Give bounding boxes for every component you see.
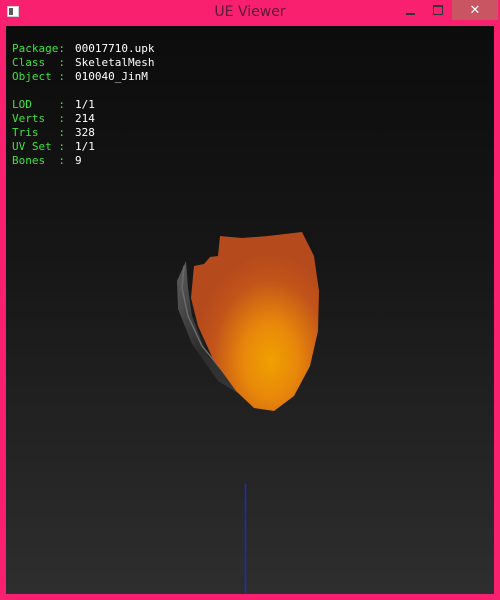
mesh-info-panel: Package: 00017710.upk Class : SkeletalMesh… xyxy=(12,42,154,168)
minimize-button[interactable] xyxy=(396,0,424,20)
bones-label: Bones : xyxy=(12,154,65,167)
minimize-icon xyxy=(405,13,415,15)
tris-value: 328 xyxy=(75,126,95,139)
info-row-verts: Verts : 214 xyxy=(12,112,154,126)
package-value: 00017710.upk xyxy=(75,42,155,55)
info-row-object: Object : 010040_JinM xyxy=(12,70,154,84)
info-row-bones: Bones : 9 xyxy=(12,154,154,168)
info-row-lod: LOD : 1/1 xyxy=(12,98,154,112)
close-icon: ✕ xyxy=(469,2,481,18)
ue-viewer-window: UE Viewer ✕ Package: 00017710.upk Class … xyxy=(0,0,500,600)
maximize-button[interactable] xyxy=(424,0,452,20)
lod-value: 1/1 xyxy=(75,98,95,111)
close-button[interactable]: ✕ xyxy=(452,0,498,20)
maximize-icon xyxy=(433,5,443,15)
tris-label: Tris : xyxy=(12,126,65,139)
verts-value: 214 xyxy=(75,112,95,125)
object-value: 010040_JinM xyxy=(75,70,148,83)
verts-label: Verts : xyxy=(12,112,65,125)
info-row-class: Class : SkeletalMesh xyxy=(12,56,154,70)
uvset-label: UV Set : xyxy=(12,140,65,153)
mesh-orange-body xyxy=(191,232,319,411)
info-row-uvset: UV Set : 1/1 xyxy=(12,140,154,154)
title-bar[interactable]: UE Viewer ✕ xyxy=(0,0,500,26)
uvset-value: 1/1 xyxy=(75,140,95,153)
package-label: Package: xyxy=(12,42,65,55)
bones-value: 9 xyxy=(75,154,82,167)
info-row-package: Package: 00017710.upk xyxy=(12,42,154,56)
class-label: Class : xyxy=(12,56,65,69)
class-value: SkeletalMesh xyxy=(75,56,155,69)
info-row-tris: Tris : 328 xyxy=(12,126,154,140)
object-label: Object : xyxy=(12,70,65,83)
3d-viewport[interactable]: Package: 00017710.upk Class : SkeletalMesh… xyxy=(6,26,494,594)
lod-label: LOD : xyxy=(12,98,65,111)
